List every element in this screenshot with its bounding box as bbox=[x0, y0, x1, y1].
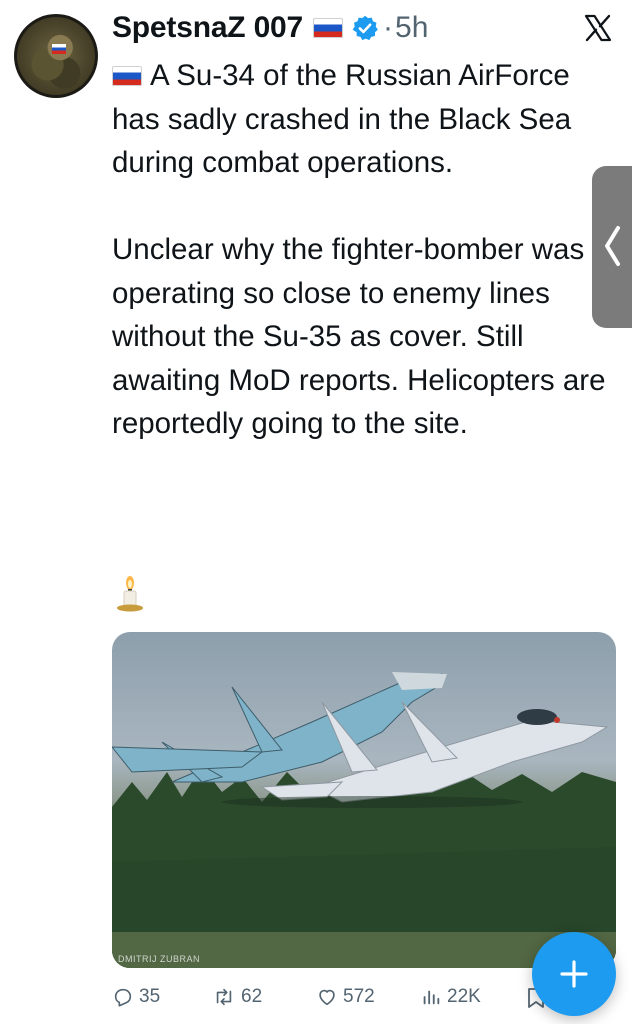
tweet-text: A Su-34 of the Russian AirForce has sadl… bbox=[112, 54, 612, 446]
author-avatar[interactable] bbox=[14, 14, 98, 98]
avatar-flag-detail bbox=[52, 44, 66, 54]
heart-icon bbox=[319, 989, 335, 1006]
photo-watermark: DMITRIJ ZUBRAN bbox=[118, 954, 200, 964]
repost-icon bbox=[216, 988, 232, 1006]
reply-icon bbox=[114, 988, 132, 1007]
like-button[interactable]: 572 bbox=[316, 986, 375, 1008]
author-name[interactable]: SpetsnaZ 007 bbox=[112, 11, 303, 45]
post-time[interactable]: 5h bbox=[395, 11, 428, 45]
repost-count: 62 bbox=[241, 986, 263, 1007]
compose-button[interactable] bbox=[532, 932, 616, 1016]
views-chart-icon bbox=[423, 990, 440, 1005]
russia-flag-icon bbox=[313, 18, 344, 38]
fighter-jets-photo bbox=[112, 672, 616, 968]
tweet-header: SpetsnaZ 007 · 5h bbox=[112, 10, 428, 46]
tweet-media-photo[interactable]: DMITRIJ ZUBRAN bbox=[112, 632, 616, 968]
separator-dot: · bbox=[383, 11, 394, 44]
view-count: 22K bbox=[447, 986, 481, 1007]
side-panel-handle[interactable] bbox=[592, 166, 632, 328]
verified-badge-icon[interactable] bbox=[351, 14, 379, 42]
x-logo-icon[interactable] bbox=[582, 12, 614, 44]
reply-count: 35 bbox=[139, 986, 161, 1007]
candle-icon bbox=[117, 576, 143, 612]
tweet-text-intro: A Su-34 of the Russian AirForce has sadl… bbox=[112, 59, 580, 179]
reply-button[interactable]: 35 bbox=[112, 986, 160, 1008]
views-button[interactable]: 22K bbox=[420, 986, 481, 1008]
like-count: 572 bbox=[343, 986, 375, 1007]
plus-icon bbox=[560, 960, 588, 988]
tweet-text-body: Unclear why the fighter-bomber was opera… bbox=[112, 233, 614, 440]
repost-button[interactable]: 62 bbox=[212, 986, 262, 1008]
russia-flag-icon bbox=[112, 66, 142, 86]
chevron-left-icon bbox=[605, 226, 620, 266]
